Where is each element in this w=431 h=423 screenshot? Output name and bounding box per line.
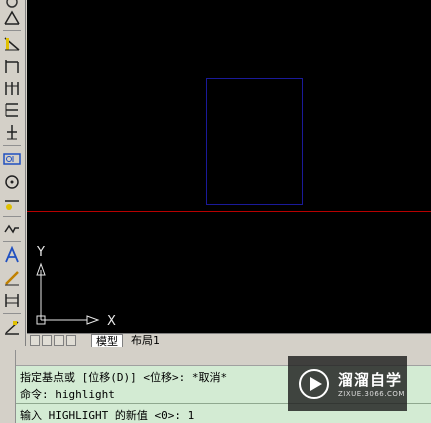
watermark-subtitle: ZIXUE.3066.COM xyxy=(338,390,405,398)
command-window-handle[interactable] xyxy=(0,350,16,423)
baseline-dimension-icon[interactable] xyxy=(2,78,22,98)
tab-next-button[interactable] xyxy=(54,335,64,346)
ucs-x-label: X xyxy=(107,314,116,329)
layout-tab-bar: 模型 布局1 xyxy=(27,333,431,348)
quick-leader-icon[interactable] xyxy=(2,194,22,214)
tab-first-button[interactable] xyxy=(30,335,40,346)
drawn-rectangle[interactable] xyxy=(206,78,303,205)
command-history-line-1: 指定基点或 [位移(D)] <位移>: *取消* xyxy=(20,371,228,384)
drawing-svg: Y X xyxy=(27,78,431,329)
drawing-area[interactable]: Y X xyxy=(27,0,431,333)
tolerance-icon[interactable] xyxy=(2,149,22,169)
aligned-dimension-icon[interactable] xyxy=(2,34,22,54)
ordinate-dimension-icon[interactable] xyxy=(2,122,22,142)
command-history-line-2: 命令: highlight xyxy=(20,388,115,401)
continue-dimension-icon[interactable] xyxy=(2,100,22,120)
watermark-play-icon xyxy=(299,368,329,399)
tab-model[interactable]: 模型 xyxy=(91,334,123,348)
dimension-edit-icon[interactable] xyxy=(2,268,22,288)
tab-prev-button[interactable] xyxy=(42,335,52,346)
jogged-icon[interactable] xyxy=(2,219,22,239)
ucs-icon xyxy=(36,262,100,325)
tab-last-button[interactable] xyxy=(66,335,76,346)
ucs-y-label: Y xyxy=(36,245,45,260)
dimension-toolbar xyxy=(0,0,26,346)
watermark: 溜溜自学 ZIXUE.3066.COM xyxy=(288,356,407,411)
dimension-text-icon[interactable] xyxy=(2,245,22,265)
arc-dimension-icon[interactable] xyxy=(2,8,22,28)
linear-dimension-icon[interactable] xyxy=(2,56,22,76)
dimension-update-icon[interactable] xyxy=(2,290,22,310)
watermark-title: 溜溜自学 xyxy=(338,371,403,389)
oblique-icon[interactable] xyxy=(2,317,22,337)
center-mark-icon[interactable] xyxy=(2,172,22,192)
command-input-line[interactable]: 输入 HIGHLIGHT 的新值 <0>: 1 xyxy=(20,407,194,423)
tab-layout1[interactable]: 布局1 xyxy=(127,334,164,347)
